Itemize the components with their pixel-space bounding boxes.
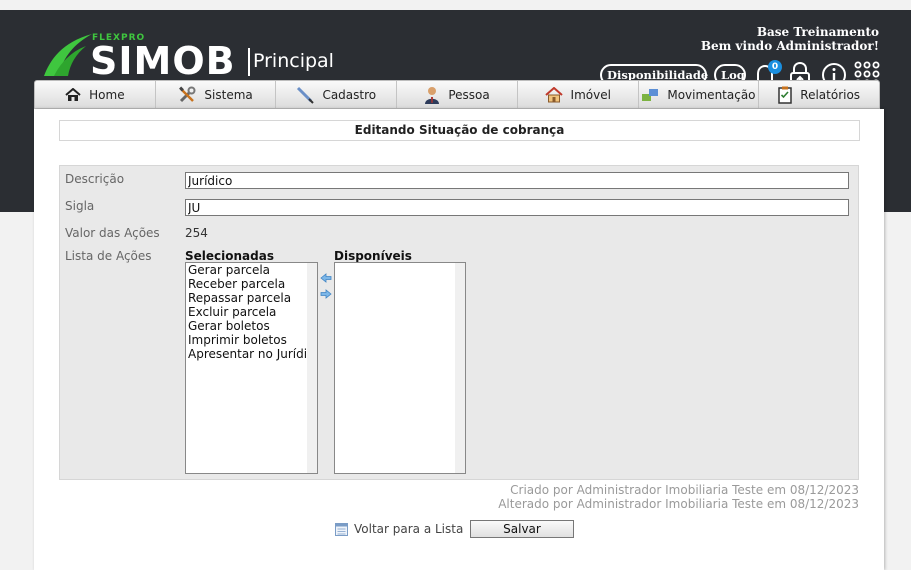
available-actions-list[interactable]: [334, 262, 466, 474]
home-icon: [65, 87, 81, 101]
modified-info: Alterado por Administrador Imobiliaria T…: [498, 497, 859, 511]
sigla-input[interactable]: [185, 199, 849, 216]
pen-icon: [297, 86, 315, 104]
back-to-list-label: Voltar para a Lista: [354, 522, 464, 536]
menu-item-label: Sistema: [204, 87, 253, 102]
save-button[interactable]: Salvar: [470, 520, 574, 538]
notification-badge: 0: [768, 60, 782, 74]
available-list-scrollbar[interactable]: [455, 263, 465, 473]
list-item[interactable]: Gerar boletos: [186, 319, 317, 333]
selected-list-scrollbar[interactable]: [307, 263, 317, 473]
menu-item-imovel[interactable]: Imóvel: [518, 81, 639, 108]
move-right-arrow-icon[interactable]: [320, 289, 332, 299]
clipboard-icon: [778, 86, 793, 104]
descricao-label: Descrição: [65, 172, 125, 186]
menu-item-pessoa[interactable]: Pessoa: [397, 81, 518, 108]
sigla-label: Sigla: [65, 199, 95, 213]
leaf-logo-icon: [44, 34, 92, 76]
move-left-arrow-icon[interactable]: [320, 273, 332, 283]
available-list-header: Disponíveis: [334, 249, 412, 263]
house-icon: [544, 86, 563, 102]
audit-info: Criado por Administrador Imobiliaria Tes…: [498, 483, 859, 511]
selected-actions-list[interactable]: Gerar parcela Receber parcela Repassar p…: [185, 262, 318, 474]
welcome-block: Base Treinamento Bem vindo Administrador…: [701, 25, 879, 53]
page-title: Editando Situação de cobrança: [59, 120, 860, 141]
edit-form: Descrição Sigla Valor das Ações 254 List…: [59, 165, 859, 480]
list-item[interactable]: Imprimir boletos: [186, 333, 317, 347]
menu-item-label: Cadastro: [322, 87, 377, 102]
main-menu: Home Sistema Cadastro Pessoa Imóvel Movi…: [34, 80, 880, 109]
menu-item-label: Imóvel: [570, 87, 611, 102]
menu-item-home[interactable]: Home: [35, 81, 156, 108]
transfer-icon: [642, 88, 659, 101]
menu-item-label: Relatórios: [800, 87, 861, 102]
list-item[interactable]: Receber parcela: [186, 277, 317, 291]
person-icon: [425, 86, 440, 104]
valor-acoes-value: 254: [185, 226, 208, 240]
back-to-list-link[interactable]: Voltar para a Lista: [335, 522, 463, 536]
list-item[interactable]: Repassar parcela: [186, 291, 317, 305]
logo-divider: [248, 48, 250, 76]
lista-acoes-label: Lista de Ações: [65, 249, 152, 263]
list-item[interactable]: Gerar parcela: [186, 263, 317, 277]
valor-acoes-label: Valor das Ações: [65, 226, 160, 240]
menu-item-label: Pessoa: [448, 87, 490, 102]
tools-icon: [179, 86, 196, 102]
created-info: Criado por Administrador Imobiliaria Tes…: [510, 483, 859, 497]
menu-item-label: Home: [89, 87, 125, 102]
list-icon: [335, 522, 348, 536]
brand-name: SIMOB: [90, 39, 236, 83]
company-name: Base Treinamento: [756, 25, 879, 39]
menu-item-movimentacao[interactable]: Movimentação: [639, 81, 760, 108]
menu-item-cadastro[interactable]: Cadastro: [276, 81, 398, 108]
menu-item-relatorios[interactable]: Relatórios: [759, 81, 879, 108]
menu-item-sistema[interactable]: Sistema: [156, 81, 277, 108]
descricao-input[interactable]: [185, 172, 849, 189]
simob-logo[interactable]: FLEXPRO SIMOB Principal: [40, 30, 340, 83]
list-item[interactable]: Excluir parcela: [186, 305, 317, 319]
welcome-message: Bem vindo Administrador!: [700, 39, 879, 53]
selected-list-header: Selecionadas: [185, 249, 274, 263]
content-panel: Editando Situação de cobrança Descrição …: [34, 109, 884, 570]
module-name: Principal: [253, 50, 334, 72]
list-item[interactable]: Apresentar no Jurídico: [186, 347, 317, 361]
menu-item-label: Movimentação: [667, 87, 756, 102]
